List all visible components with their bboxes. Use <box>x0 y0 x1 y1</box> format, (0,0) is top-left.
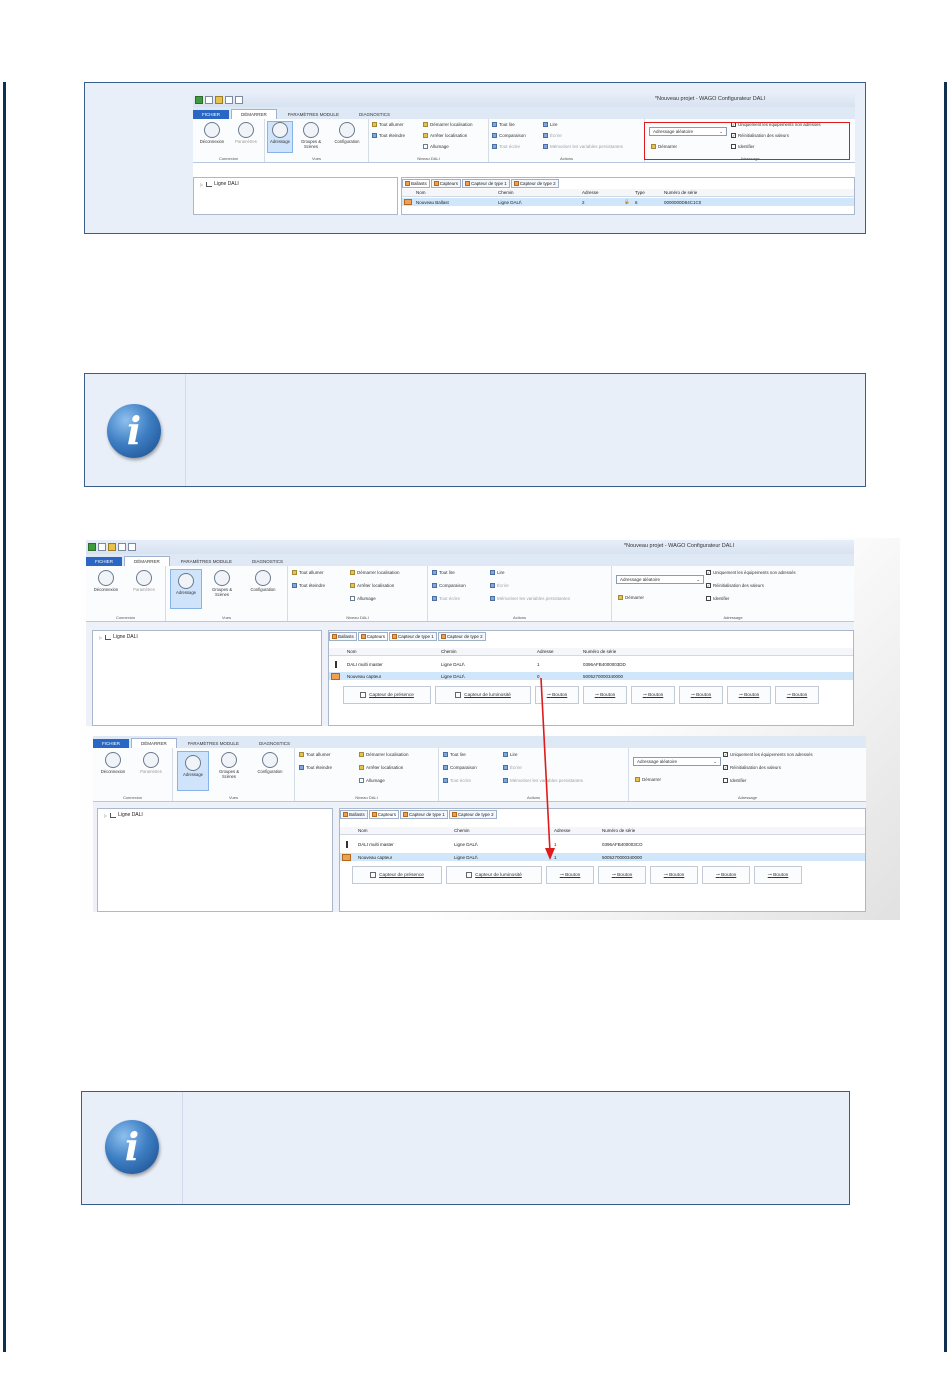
info-icon: i <box>105 1120 159 1174</box>
info-divider <box>182 1092 183 1204</box>
info-box-2: i <box>81 1091 850 1205</box>
